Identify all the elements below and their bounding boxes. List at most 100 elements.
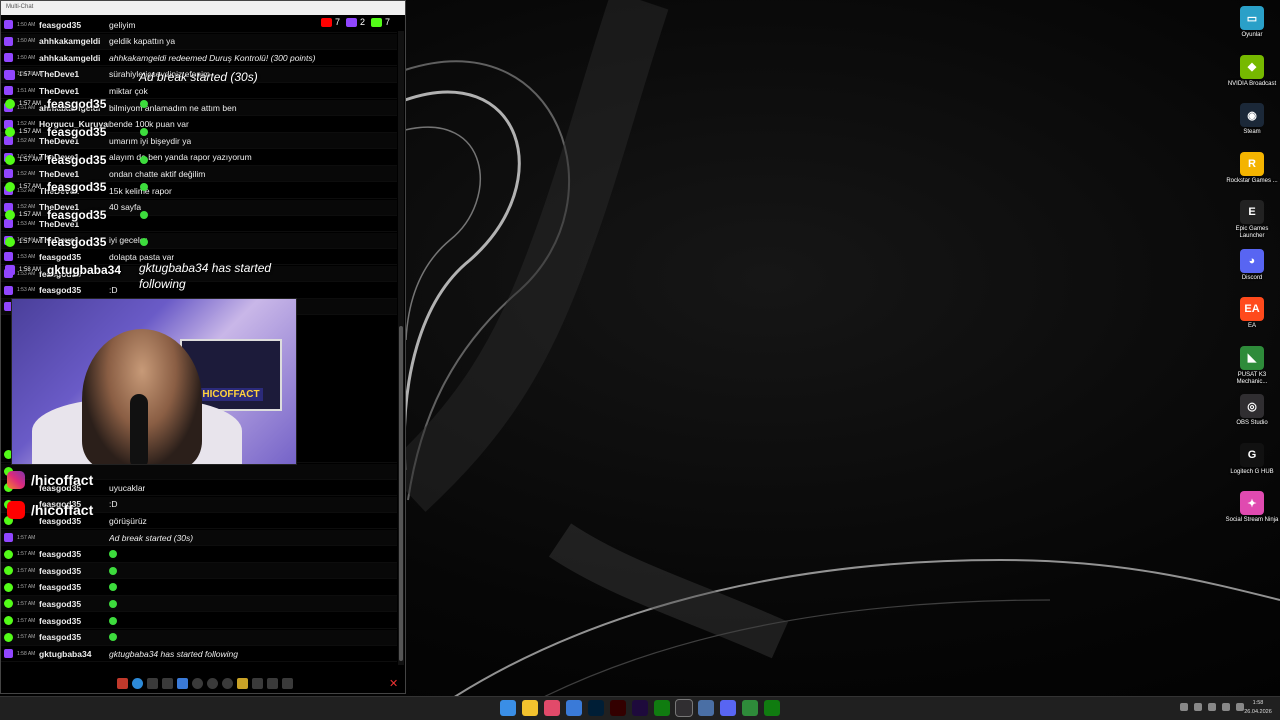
chat-time: 1:57 AM — [17, 617, 36, 624]
kick-icon — [4, 599, 13, 609]
desk-icon-pusat[interactable]: ◣ PUSAT K3 Mechanic... — [1224, 345, 1280, 386]
desk-icon-discord[interactable]: ◕ Discord — [1224, 248, 1280, 282]
refresh-icon[interactable] — [207, 677, 218, 689]
taskbar-app-green[interactable] — [742, 700, 758, 716]
mute-icon[interactable] — [162, 677, 173, 689]
overlay-kick-time: 1:57 AM — [19, 101, 42, 107]
kick-icon — [5, 99, 15, 109]
chat-time: 1:53 AM — [17, 287, 36, 294]
filter-icon[interactable] — [177, 677, 188, 689]
chat-username[interactable]: feasgod35 — [39, 549, 109, 559]
taskbar-photoshop[interactable] — [588, 700, 604, 716]
chat-row[interactable]: 1:57 AM feasgod35 — [1, 580, 397, 596]
chat-row[interactable]: 1:57 AM Ad break started (30s) — [1, 530, 397, 546]
chat-username[interactable]: feasgod35 — [39, 566, 109, 576]
desk-icon-obs[interactable]: ◎ OBS Studio — [1224, 394, 1280, 427]
desk-icon-label: PUSAT K3 Mechanic... — [1236, 371, 1268, 385]
pusat-icon: ◣ — [1240, 345, 1264, 370]
chat-message: geldik kapattın ya — [109, 36, 176, 47]
twitch-icon — [4, 36, 13, 46]
taskbar-obs[interactable] — [675, 699, 693, 717]
chat-row[interactable]: 1:57 AM feasgod35 — [1, 629, 397, 646]
chat-icon[interactable] — [132, 677, 143, 689]
rockstar-icon: R — [1240, 151, 1264, 176]
desk-icon-ssn[interactable]: ✦ Social Stream Ninja — [1224, 491, 1280, 524]
list-icon[interactable] — [252, 677, 263, 689]
taskbar-xbox[interactable] — [654, 700, 670, 716]
overlay-kick-row: 1:57 AM feasgod35 — [5, 97, 149, 111]
overlay-follow-row: 1:58 AM gktugbaba34 — [5, 263, 121, 277]
desk-icon-label: NVIDIA Broadcast — [1227, 80, 1277, 87]
overlay-kick-row: 1:57 AM feasgod35 — [5, 180, 149, 194]
chevron-up-icon[interactable] — [1180, 703, 1188, 711]
chat-username[interactable]: feasgod35 — [39, 632, 109, 642]
overlay-kick-row: 1:57 AM feasgod35 — [5, 125, 149, 139]
chat-message: Ad break started (30s) — [109, 532, 194, 543]
taskbar-app-red[interactable] — [544, 700, 560, 716]
chat-scrollbar-thumb[interactable] — [399, 326, 403, 661]
taskbar-illustrator[interactable] — [610, 700, 626, 716]
chat-username[interactable]: feasgod35 — [39, 582, 109, 592]
volume-icon[interactable] — [1222, 703, 1230, 711]
system-tray — [1180, 703, 1244, 711]
overlay-kick-user: feasgod35 — [47, 180, 107, 194]
chat-row[interactable]: 1:58 AM gktugbaba34 gktugbaba34 has starte… — [1, 646, 397, 663]
bell-icon[interactable] — [147, 677, 158, 689]
multichat-window[interactable]: Multi-Chat 727 1:50 AM feasgod35 geliyim 1:… — [0, 0, 406, 694]
chat-username[interactable]: feasgod35 — [39, 616, 109, 626]
chat-username[interactable]: TheDeve1 — [39, 169, 109, 179]
desk-icon-label: Logitech G HUB — [1230, 468, 1274, 475]
taskbar-app-blue[interactable] — [566, 700, 582, 716]
chat-row[interactable]: 1:57 AM feasgod35 — [1, 563, 397, 580]
chat-username[interactable]: ahhkakamgeldi — [39, 53, 109, 63]
twitch-icon — [4, 533, 13, 542]
taskbar-premiere[interactable] — [632, 700, 648, 716]
chat-username[interactable]: gktugbaba34 — [39, 649, 109, 659]
keyboard-icon[interactable] — [267, 677, 278, 689]
counter-twitch-value: 2 — [360, 17, 366, 27]
desk-icon-epic[interactable]: E Epic Games Launcher — [1224, 200, 1280, 240]
settings-icon[interactable] — [222, 677, 233, 689]
close-icon[interactable]: ✕ — [389, 677, 398, 690]
pause-icon[interactable] — [117, 677, 128, 689]
taskbar-discord[interactable] — [720, 700, 736, 716]
chat-username[interactable]: TheDeve1 — [39, 69, 109, 79]
chat-username[interactable]: feasgod35 — [39, 20, 109, 30]
clear-icon[interactable] — [237, 677, 248, 689]
volume-icon[interactable] — [282, 677, 293, 689]
chat-row[interactable]: 1:50 AM ahhkakamgeldi ahhkakamgeldi redeem… — [1, 50, 397, 67]
taskbar-start[interactable] — [500, 700, 516, 716]
chat-row[interactable]: 1:57 AM feasgod35 — [1, 596, 397, 613]
desk-icon-oyunlar[interactable]: ▭ Oyunlar — [1224, 6, 1280, 39]
chat-message: gktugbaba34 has started following — [109, 648, 239, 659]
chat-username[interactable]: ahhkakamgeldi — [39, 36, 109, 46]
desk-icon-rockstar[interactable]: R Rockstar Games ... — [1224, 151, 1280, 185]
chat-username[interactable]: feasgod35 — [39, 599, 109, 609]
chat-username[interactable]: feasgod35 — [39, 252, 109, 262]
taskbar-xbox2[interactable] — [764, 700, 780, 716]
chat-row[interactable]: 1:50 AM ahhkakamgeldi geldik kapattın ya — [1, 33, 397, 50]
chat-username[interactable]: TheDeve1 — [39, 86, 109, 96]
desk-icon-ea[interactable]: EA EA — [1224, 297, 1280, 330]
kick-icon — [4, 566, 13, 576]
chat-time: 1:50 AM — [17, 54, 36, 61]
clock[interactable]: 1:58 26.04.2026 — [1238, 699, 1278, 717]
desk-icon-logitech[interactable]: G Logitech G HUB — [1224, 442, 1280, 476]
chat-time: 1:57 AM — [17, 634, 36, 641]
counter-kick: 7 — [371, 17, 390, 27]
mic-icon[interactable] — [1194, 703, 1202, 711]
desk-icon-steam[interactable]: ◉ Steam — [1224, 103, 1280, 136]
taskbar-app-gear[interactable] — [698, 700, 714, 716]
desk-icon-label: OBS Studio — [1236, 420, 1268, 426]
emoji-icon[interactable] — [192, 677, 203, 689]
taskbar-explorer[interactable] — [522, 700, 538, 716]
desk-icon-nvidia[interactable]: ◆ NVIDIA Broadcast — [1224, 54, 1280, 88]
instagram-icon — [7, 471, 25, 489]
network-icon[interactable] — [1208, 703, 1216, 711]
chat-username[interactable]: feasgod35 — [39, 285, 109, 295]
twitch-icon — [4, 20, 13, 29]
chat-row[interactable]: 1:57 AM feasgod35 — [1, 547, 397, 563]
twitch-icon — [4, 53, 13, 63]
chat-row[interactable]: 1:57 AM feasgod35 — [1, 613, 397, 629]
chat-message: :D — [109, 499, 118, 510]
